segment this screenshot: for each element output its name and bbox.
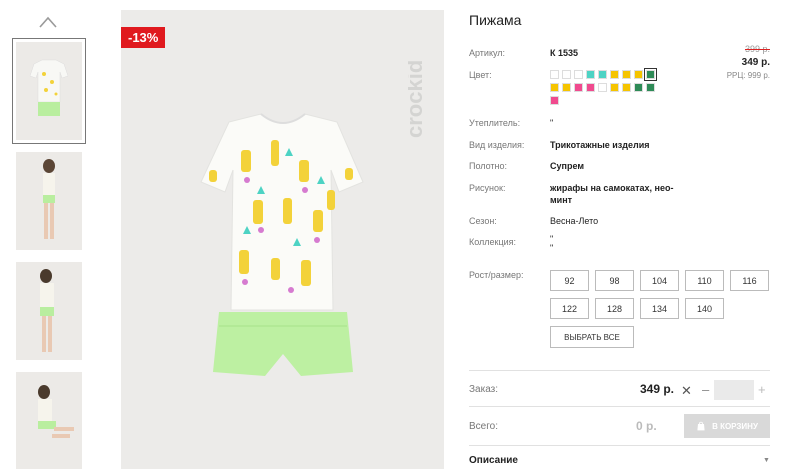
thumbnail-model-front-image <box>43 159 55 239</box>
qty-input[interactable] <box>714 380 754 400</box>
color-swatch[interactable] <box>562 70 571 79</box>
select-all-sizes-button[interactable]: ВЫБРАТЬ ВСЕ <box>550 326 634 348</box>
color-swatch[interactable] <box>610 70 619 79</box>
svg-text:crockid: crockid <box>408 60 427 138</box>
attr-label-season: Сезон: <box>469 216 497 226</box>
crockid-brand-logo: crockid <box>408 60 427 138</box>
size-button-104[interactable]: 104 <box>640 270 679 291</box>
total-label: Всего: <box>469 421 498 432</box>
attr-label-color: Цвет: <box>469 70 492 80</box>
attr-value-print: жирафы на самокатах, нео- <box>550 183 674 193</box>
attr-value-print-line2: минт <box>550 195 573 205</box>
attr-value-collection-line2: " <box>550 243 554 253</box>
thumbnail-model-side-image <box>40 269 54 352</box>
size-button-140[interactable]: 140 <box>685 298 724 319</box>
attr-label-fabric: Полотно: <box>469 161 508 171</box>
color-swatch[interactable] <box>598 83 607 92</box>
color-swatches <box>550 68 670 109</box>
attr-label-item-type: Вид изделия: <box>469 140 525 150</box>
color-swatch[interactable] <box>644 68 657 81</box>
color-swatch[interactable] <box>562 83 571 92</box>
qty-decrease-button[interactable]: – <box>702 382 709 397</box>
size-button-116[interactable]: 116 <box>730 270 769 291</box>
attr-label-print: Рисунок: <box>469 183 506 193</box>
attr-label-article: Артикул: <box>469 48 506 58</box>
thumbnail-3[interactable] <box>16 262 82 360</box>
color-swatch[interactable] <box>622 83 631 92</box>
size-button-98[interactable]: 98 <box>595 270 634 291</box>
qty-increase-button[interactable]: + <box>758 382 766 397</box>
attr-value-fabric: Супрем <box>550 161 584 171</box>
color-swatch[interactable] <box>550 70 559 79</box>
discount-badge: -13% <box>121 27 166 48</box>
color-swatch[interactable] <box>574 83 583 92</box>
color-swatch[interactable] <box>550 83 559 92</box>
attr-value-item-type: Трикотажные изделия <box>550 140 650 150</box>
attr-label-size: Рост/размер: <box>469 270 524 280</box>
thumbnail-pajama-image <box>29 59 69 116</box>
price-old: 399 р. <box>744 44 770 54</box>
color-swatch[interactable] <box>646 83 655 92</box>
attr-label-insulation: Утеплитель: <box>469 118 521 128</box>
color-swatch[interactable] <box>586 70 595 79</box>
color-swatch[interactable] <box>598 70 607 79</box>
color-swatch[interactable] <box>610 83 619 92</box>
add-to-cart-button[interactable]: В КОРЗИНУ <box>684 414 770 438</box>
attr-value-article: К 1535 <box>550 48 579 58</box>
main-product-image[interactable] <box>121 10 444 469</box>
color-swatch[interactable] <box>586 83 595 92</box>
thumbnail-2[interactable] <box>16 152 82 250</box>
chevron-down-icon[interactable]: ▼ <box>763 457 770 464</box>
order-label: Заказ: <box>469 384 499 395</box>
multiply-icon: ✕ <box>681 383 692 398</box>
divider <box>469 406 770 407</box>
order-price: 349 р. <box>640 382 675 396</box>
description-toggle[interactable]: Описание <box>469 455 518 466</box>
size-button-92[interactable]: 92 <box>550 270 589 291</box>
product-title: Пижама <box>469 12 522 28</box>
size-button-128[interactable]: 128 <box>595 298 634 319</box>
color-swatch[interactable] <box>634 83 643 92</box>
thumbnail-model-sitting-image <box>38 385 74 438</box>
shopping-bag-icon <box>697 421 705 431</box>
add-to-cart-label: В КОРЗИНУ <box>712 421 758 431</box>
size-button-134[interactable]: 134 <box>640 298 679 319</box>
color-swatch[interactable] <box>622 70 631 79</box>
thumbnail-4[interactable] <box>16 372 82 469</box>
size-button-122[interactable]: 122 <box>550 298 589 319</box>
attr-value-season: Весна-Лето <box>550 216 599 226</box>
total-value: 0 р. <box>636 419 657 433</box>
attr-value-insulation: " <box>550 118 554 128</box>
pajama-illustration <box>200 113 364 376</box>
color-swatch[interactable] <box>634 70 643 79</box>
color-swatch[interactable] <box>574 70 583 79</box>
price-new: 349 р. <box>741 57 770 68</box>
color-swatch[interactable] <box>550 96 559 105</box>
size-button-110[interactable]: 110 <box>685 270 724 291</box>
thumbnails-up-arrow-icon[interactable] <box>39 16 57 28</box>
thumbnail-1[interactable] <box>12 38 86 144</box>
divider <box>469 445 770 446</box>
attr-label-collection: Коллекция: <box>469 237 517 247</box>
divider <box>469 370 770 371</box>
price-rrp: РРЦ: 999 р. <box>726 71 770 80</box>
